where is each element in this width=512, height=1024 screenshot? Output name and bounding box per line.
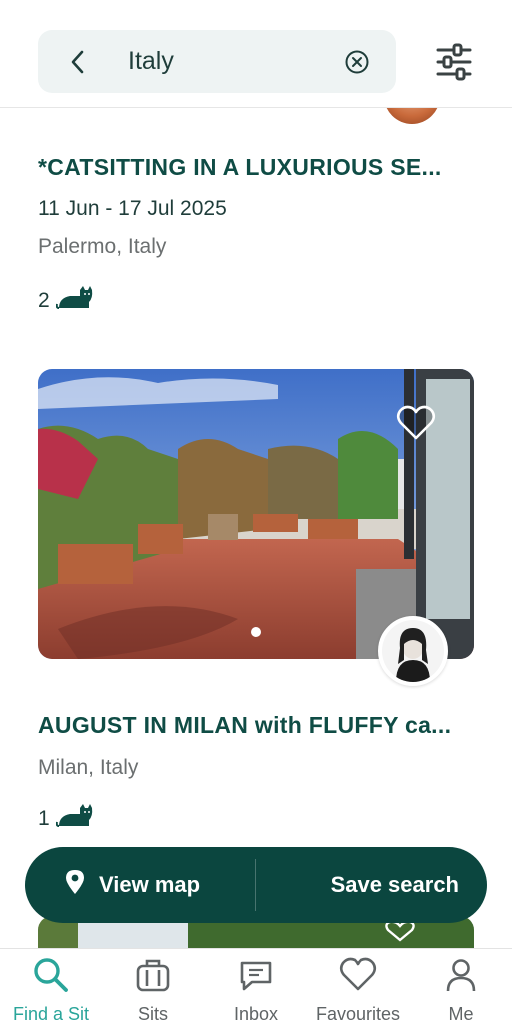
pet-count-value: 1 [38,807,50,830]
map-save-bar: View map Save search [25,847,487,923]
filter-sliders-icon[interactable] [432,42,476,82]
back-arrow-icon[interactable] [62,46,94,78]
view-map-button[interactable]: View map [65,847,200,923]
heart-icon [338,955,378,994]
cat-icon [55,802,94,836]
nav-sits[interactable]: Sits [102,955,204,1024]
suitcase-icon [133,955,173,994]
host-avatar [378,616,448,686]
nav-find-a-sit[interactable]: Find a Sit [0,955,102,1024]
nav-me[interactable]: Me [410,955,512,1024]
pet-count: 1 [38,802,94,836]
nav-label: Inbox [233,1004,279,1024]
view-map-label: View map [99,872,201,897]
nav-inbox[interactable]: Inbox [205,955,307,1024]
nav-label: Favourites [315,1004,401,1024]
nav-label: Me [448,1004,474,1024]
chat-icon [236,955,276,994]
listing-location: Milan, Italy [38,756,139,779]
nav-label: Sits [137,1004,168,1024]
pet-count: 2 [38,284,94,318]
nav-label: Find a Sit [12,1004,90,1024]
host-avatar [380,108,444,128]
search-icon [31,955,71,994]
save-search-button[interactable]: Save search [331,847,459,923]
cat-icon [55,284,94,318]
person-icon [441,955,481,994]
listing-dates: 11 Jun - 17 Jul 2025 [38,197,227,220]
map-pin-icon [65,869,85,901]
pet-count-value: 2 [38,289,50,312]
search-input[interactable]: Italy [38,30,396,93]
listing-title[interactable]: AUGUST IN MILAN with FLUFFY ca... [38,712,451,739]
nav-favourites[interactable]: Favourites [307,955,409,1024]
carousel-dot [251,627,261,637]
divider [255,859,256,911]
top-search-header: Italy [0,0,512,108]
bottom-navigation: Find a Sit Sits Inbox Favourites Me [0,948,512,1024]
clear-search-icon[interactable] [344,49,370,75]
listing-title[interactable]: *CATSITTING IN A LUXURIOUS SE... [38,154,442,181]
search-query-text[interactable]: Italy [128,47,174,76]
results-list[interactable]: *CATSITTING IN A LUXURIOUS SE... 11 Jun … [0,108,512,948]
favourite-heart-icon[interactable] [396,404,436,442]
listing-location: Palermo, Italy [38,235,167,258]
